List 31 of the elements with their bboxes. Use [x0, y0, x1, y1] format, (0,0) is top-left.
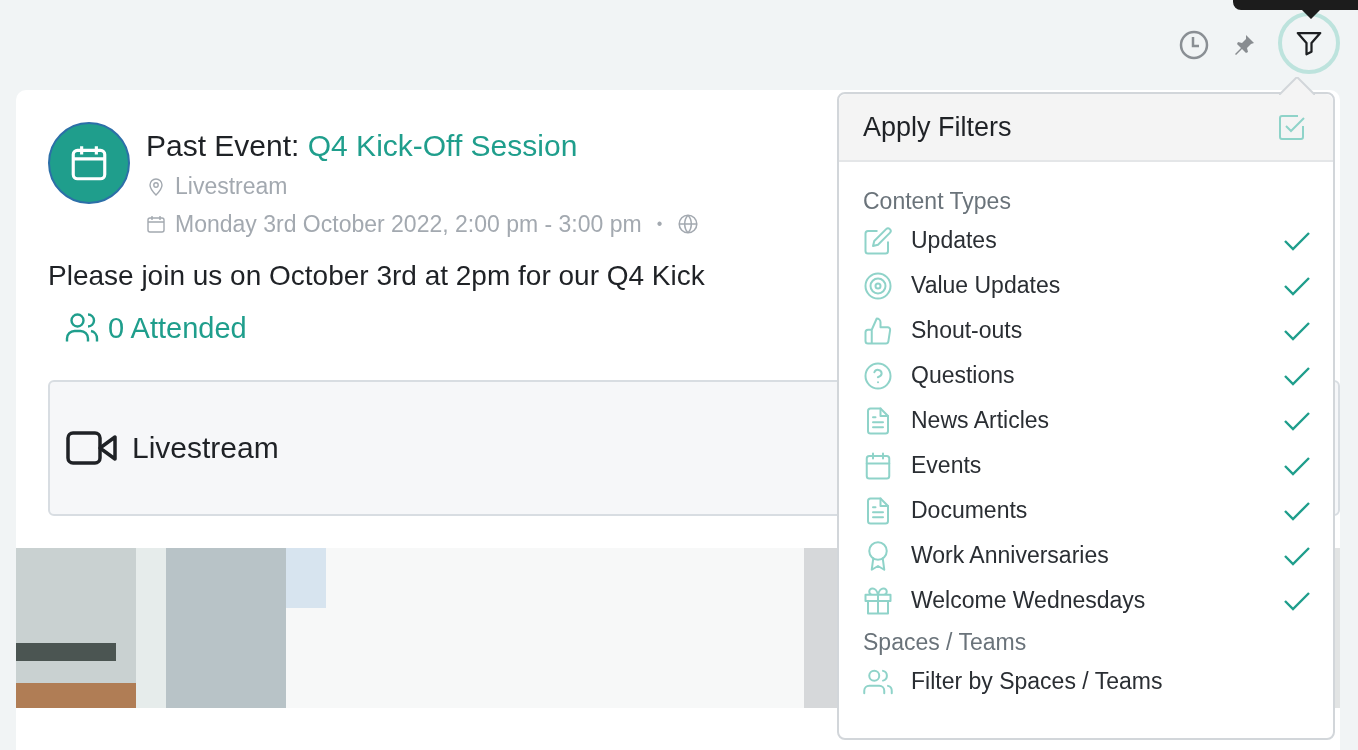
filter-option[interactable]: Updates	[863, 218, 1311, 263]
question-icon	[863, 360, 893, 391]
calendar-icon	[863, 450, 893, 481]
gift-icon	[863, 585, 893, 616]
edit-icon	[863, 225, 893, 256]
event-datetime: Monday 3rd October 2022, 2:00 pm - 3:00 pm	[175, 210, 642, 239]
filter-option[interactable]: Welcome Wednesdays	[863, 578, 1311, 623]
calendar-icon	[146, 213, 166, 235]
section-heading: Spaces / Teams	[863, 628, 1028, 657]
filter-option[interactable]: Events	[863, 443, 1311, 488]
filter-option[interactable]: Work Anniversaries	[863, 533, 1311, 578]
separator-dot: •	[656, 214, 663, 234]
section-heading: Content Types	[863, 187, 1012, 216]
dropdown-title: Apply Filters	[863, 111, 1012, 143]
filter-option[interactable]: News Articles	[863, 398, 1311, 443]
filter-link[interactable]: Filter by Spaces / Teams	[863, 659, 1311, 704]
apply-checkbox-icon[interactable]	[1277, 112, 1307, 142]
event-location: Livestream	[175, 172, 288, 201]
filter-option[interactable]: Documents	[863, 488, 1311, 533]
filter-option[interactable]: Questions	[863, 353, 1311, 398]
filter-option[interactable]: Shout-outs	[863, 308, 1311, 353]
video-camera-icon	[66, 430, 118, 466]
livestream-label: Livestream	[132, 431, 279, 465]
clock-icon[interactable]	[1178, 29, 1210, 61]
thumbs-up-icon	[863, 315, 893, 346]
event-type: Past Event:	[146, 129, 300, 162]
globe-icon	[677, 213, 700, 235]
location-pin-icon	[146, 175, 166, 197]
event-description: Please join us on October 3rd at 2pm for our Q4 Kick	[48, 259, 705, 293]
target-icon	[863, 270, 893, 301]
filter-option[interactable]: Value Updates	[863, 263, 1311, 308]
